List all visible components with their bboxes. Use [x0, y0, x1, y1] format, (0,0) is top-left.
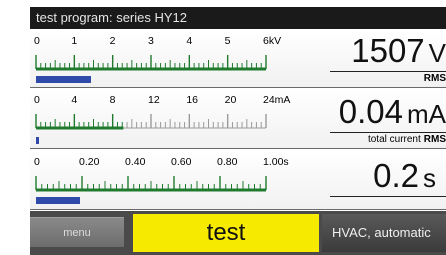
scale-tick-label: 4: [71, 94, 77, 106]
scale-tick-label: 16: [186, 94, 198, 106]
scale-tick-label: 5: [225, 35, 231, 47]
scale-tick-label: 6kV: [263, 35, 281, 47]
bottom-toolbar: menu test HVAC, automatic: [30, 211, 446, 255]
program-title: test program: series HY12: [30, 7, 446, 29]
current-unit: mA: [407, 99, 446, 129]
time-meter-panel: 0 0.20 0.40 0.60 0.80 1.00s 0.2 s: [30, 152, 446, 210]
time-readout: 0.2 s: [373, 157, 436, 195]
current-value: 0.04: [338, 93, 403, 130]
scale-tick-label: 0.80: [217, 156, 238, 168]
current-readout-underline: [330, 132, 446, 133]
current-total-label: total current: [367, 134, 421, 145]
scale-tick-label: 1.00s: [263, 156, 289, 168]
voltage-level-bar: [36, 76, 91, 83]
scale-tick-label: 3: [148, 35, 154, 47]
scale-tick-label: 1: [71, 35, 77, 47]
scale-tick-label: 0.40: [125, 156, 146, 168]
scale-tick-label: 24mA: [263, 94, 290, 106]
scale-tick-label: 0.60: [171, 156, 192, 168]
current-meter-panel: 0 4 8 12 16 20 24mA 0.04 mA total current RMS: [30, 90, 446, 149]
time-value: 0.2: [373, 157, 419, 194]
mode-label[interactable]: HVAC, automatic: [322, 214, 446, 252]
voltage-unit: V: [428, 38, 446, 68]
current-readout: 0.04 mA: [339, 93, 446, 131]
scale-tick-label: 20: [225, 94, 237, 106]
scale-tick-label: 0.20: [79, 156, 100, 168]
time-unit: s: [423, 163, 436, 193]
scale-tick-label: 0: [34, 156, 40, 168]
voltage-meter-panel: 0 1 2 3 4 5 6kV 1507 V RMS: [30, 31, 446, 88]
current-scale: 0 4 8 12 16 20 24mA: [34, 94, 290, 130]
scale-tick-label: 0: [34, 94, 40, 106]
menu-button[interactable]: menu: [30, 217, 124, 247]
voltage-readout: 1507 V: [351, 32, 446, 70]
time-level-bar: [36, 197, 80, 204]
voltage-subcaption: RMS: [421, 73, 446, 84]
voltage-readout-underline: [330, 71, 446, 72]
current-rms-label: RMS: [423, 134, 446, 145]
scale-tick-label: 4: [186, 35, 192, 47]
scale-tick-label: 8: [110, 94, 116, 106]
scale-tick-label: 12: [148, 94, 160, 106]
scale-tick-label: 2: [110, 35, 116, 47]
time-readout-underline: [330, 196, 446, 197]
current-subcaption: total current RMS: [368, 134, 446, 145]
current-level-bar: [36, 137, 39, 144]
test-button[interactable]: test: [133, 214, 319, 252]
voltage-value: 1507: [351, 32, 425, 69]
tester-screen: test program: series HY12 0 1 2 3 4 5 6kV 1507…: [0, 0, 446, 255]
voltage-rms-label: RMS: [423, 73, 446, 84]
scale-tick-label: 0: [34, 35, 40, 47]
